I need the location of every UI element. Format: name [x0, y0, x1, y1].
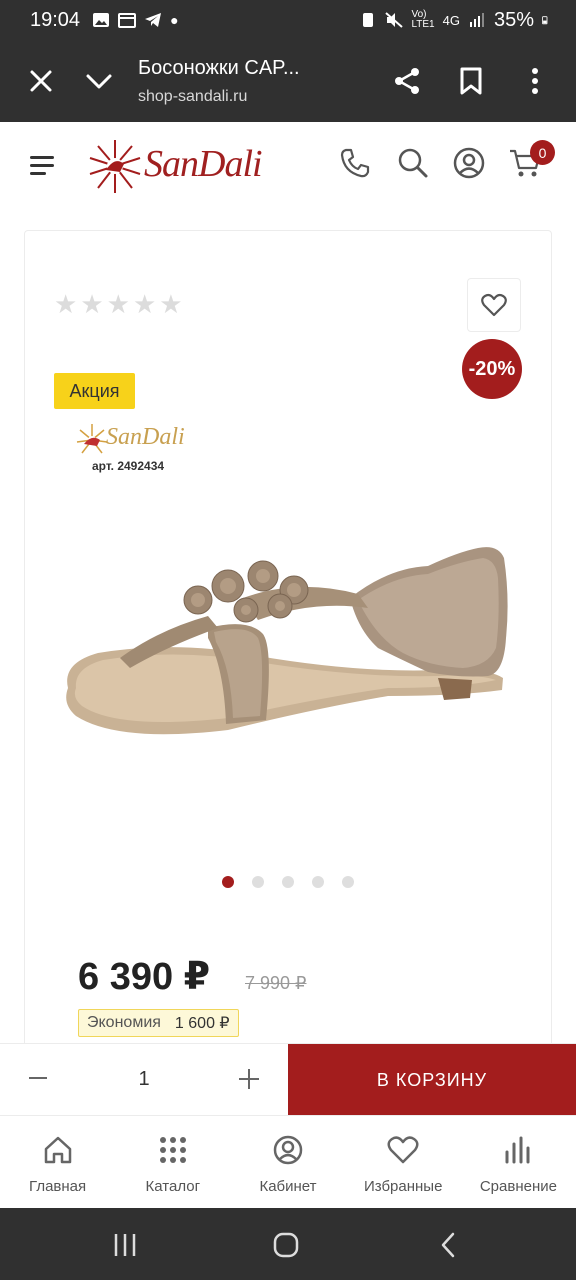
battery-icon — [542, 16, 548, 25]
share-button[interactable] — [378, 52, 436, 110]
current-price: 6 390 ₽ — [78, 956, 211, 998]
user-account-icon[interactable] — [452, 146, 486, 180]
menu-button[interactable] — [30, 156, 56, 178]
page-title-block[interactable]: Босоножки CAP... shop-sandali.ru — [138, 57, 378, 106]
search-icon[interactable] — [396, 146, 430, 180]
telegram-icon — [145, 13, 162, 27]
promo-badge: Акция — [54, 373, 135, 409]
nav-label: Избранные — [363, 1178, 443, 1195]
compare-icon — [505, 1136, 530, 1164]
add-to-cart-button[interactable]: В КОРЗИНУ — [288, 1044, 576, 1116]
nav-label: Главная — [29, 1178, 87, 1195]
mute-icon — [385, 12, 404, 28]
savings-badge: Экономия 1 600 ₽ — [78, 1009, 239, 1037]
minus-icon[interactable] — [28, 1068, 48, 1088]
quantity-value[interactable]: 1 — [134, 1068, 154, 1091]
grid-icon — [159, 1137, 186, 1163]
hamburger-line — [30, 164, 54, 167]
signal-icon — [469, 13, 484, 27]
carousel-dot[interactable] — [282, 876, 294, 888]
rating-stars[interactable]: ★ ★ ★ ★ ★ — [54, 291, 183, 317]
page-url: shop-sandali.ru — [138, 87, 248, 105]
nav-item-compare[interactable]: Сравнение — [461, 1116, 576, 1207]
sync-icon — [363, 13, 374, 27]
close-icon — [30, 70, 52, 92]
star-icon: ★ — [106, 289, 130, 319]
close-tab-button[interactable] — [12, 52, 70, 110]
page-title: Босоножки CAP... — [138, 56, 300, 79]
more-vertical-icon — [532, 68, 538, 94]
cart-count-badge: 0 — [530, 140, 555, 165]
star-icon: ★ — [54, 289, 78, 319]
buy-bar: 1 В КОРЗИНУ — [0, 1043, 576, 1116]
nav-label: Кабинет — [259, 1178, 317, 1195]
more-button[interactable] — [506, 52, 564, 110]
heart-icon — [481, 293, 507, 317]
recent-apps-icon[interactable] — [112, 1232, 138, 1258]
old-price: 7 990 ₽ — [245, 973, 307, 993]
home-icon — [44, 1136, 71, 1164]
chevron-down-icon — [86, 74, 112, 89]
add-to-favorites-button[interactable] — [467, 278, 521, 332]
battery-percent: 35% — [493, 8, 534, 31]
notification-icons: ● — [92, 12, 179, 28]
bookmark-button[interactable] — [442, 52, 500, 110]
minimize-button[interactable] — [70, 52, 128, 110]
status-right: Vo) LTE1 4G 35% — [359, 9, 552, 32]
site-header: SanDali — [0, 122, 576, 218]
nav-item-favorites[interactable]: Избранные — [346, 1116, 461, 1207]
carousel-dot[interactable] — [342, 876, 354, 888]
network-type: 4G — [442, 12, 460, 28]
logo-text: SanDali — [144, 143, 263, 185]
nav-item-home[interactable]: Главная — [0, 1116, 115, 1207]
bottom-nav: Главная Каталог Кабинет Избранные Сравне… — [0, 1115, 576, 1207]
phone-icon[interactable] — [338, 146, 372, 180]
discount-badge: -20% — [462, 339, 522, 399]
carousel-dot[interactable] — [252, 876, 264, 888]
nav-label: Сравнение — [479, 1178, 557, 1195]
carousel-dot[interactable] — [312, 876, 324, 888]
volte-icon: Vo) LTE1 — [411, 9, 435, 30]
heart-icon — [387, 1136, 419, 1164]
image-carousel-dots — [222, 876, 354, 888]
status-time: 19:04 — [30, 8, 81, 31]
star-icon: ★ — [159, 289, 183, 319]
back-icon[interactable] — [436, 1232, 462, 1258]
calendar-icon — [118, 13, 137, 28]
user-icon — [273, 1135, 303, 1165]
star-icon: ★ — [80, 289, 104, 319]
browser-actions — [378, 52, 564, 110]
brand-logo-text: SanDali — [106, 424, 185, 450]
carousel-dot[interactable] — [222, 876, 234, 888]
sunburst-logo-icon — [89, 140, 141, 193]
nav-label: Каталог — [145, 1178, 201, 1195]
gallery-icon — [93, 13, 110, 27]
nav-item-account[interactable]: Кабинет — [230, 1116, 345, 1207]
status-bar: 19:04 ● Vo) LTE1 4G 35% — [0, 0, 576, 40]
site-logo[interactable]: SanDali — [86, 136, 263, 196]
savings-label: Экономия — [87, 1014, 161, 1031]
savings-amount: 1 600 ₽ — [174, 1015, 230, 1032]
hamburger-line — [30, 156, 54, 159]
share-icon — [395, 68, 419, 94]
article-number: арт. 2492434 — [92, 459, 165, 473]
browser-toolbar: Босоножки CAP... shop-sandali.ru — [0, 40, 576, 122]
dot-icon: ● — [170, 12, 179, 28]
star-icon: ★ — [132, 289, 157, 319]
nav-item-catalog[interactable]: Каталог — [115, 1116, 230, 1207]
product-image[interactable] — [58, 538, 518, 738]
system-navigation-bar — [0, 1208, 576, 1280]
home-button-icon[interactable] — [273, 1232, 299, 1258]
quantity-stepper: 1 — [0, 1044, 288, 1116]
hamburger-line — [30, 172, 46, 175]
plus-icon[interactable] — [238, 1068, 260, 1090]
bookmark-icon — [460, 67, 482, 95]
